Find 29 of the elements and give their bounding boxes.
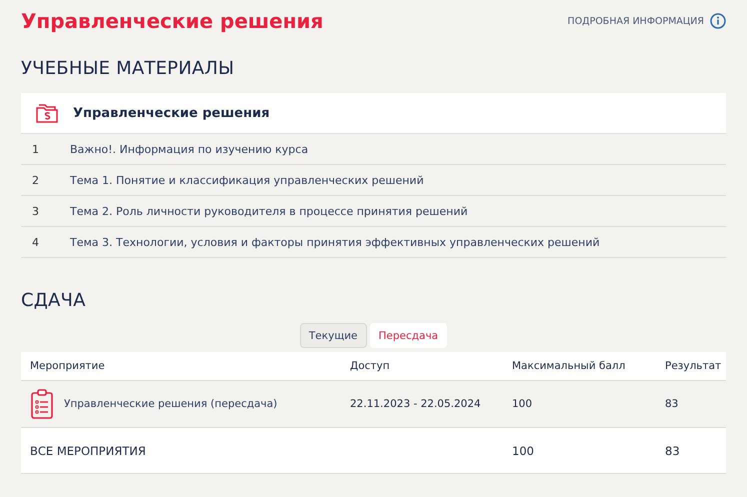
section-heading: УЧЕБНЫЕ МАТЕРИАЛЫ [21, 57, 236, 81]
total-label: ВСЕ МЕРОПРИЯТИЯ [30, 444, 147, 458]
table-cell-text: 83 [665, 444, 681, 458]
item-number: 1 [31, 142, 40, 156]
item-number: 4 [31, 236, 40, 248]
page-title: Управленческие решения [21, 9, 324, 33]
table-cell-text: 100 [512, 398, 534, 410]
material-link[interactable]: Тема 3. Технологии, условия и факторы принятия эффективных управленческих решений [70, 236, 600, 248]
item-number: 2 [31, 174, 40, 186]
column-header: Мероприятие [30, 360, 106, 372]
tab[interactable]: Текущие [300, 323, 366, 348]
material-link[interactable]: Тема 1. Понятие и классификация управленческих решений [70, 174, 424, 186]
folder-icon [35, 102, 59, 124]
course-title: Управленческие решения [73, 106, 270, 120]
info-link[interactable]: ПОДРОБНАЯ ИНФОРМАЦИЯ [568, 13, 726, 29]
section-heading: СДАЧА [21, 289, 87, 313]
table-cell-text: 100 [512, 444, 535, 458]
event-link[interactable]: Управленческие решения (пересдача) [64, 398, 278, 410]
column-header: Результат [665, 360, 722, 372]
table-cell-text: 83 [665, 398, 680, 410]
table-cell-text: 22.11.2023 - 22.05.2024 [350, 398, 482, 410]
info-icon [710, 13, 726, 29]
column-header: Максимальный балл [512, 360, 626, 372]
material-link[interactable]: Тема 2. Роль личности руководителя в процессе принятия решений [70, 204, 468, 218]
item-number: 3 [31, 204, 40, 218]
column-header: Доступ [350, 360, 391, 372]
material-link[interactable]: Важно!. Информация по изучению курса [70, 142, 308, 156]
tab[interactable]: Пересдача [370, 323, 448, 348]
clipboard-icon [30, 389, 54, 419]
